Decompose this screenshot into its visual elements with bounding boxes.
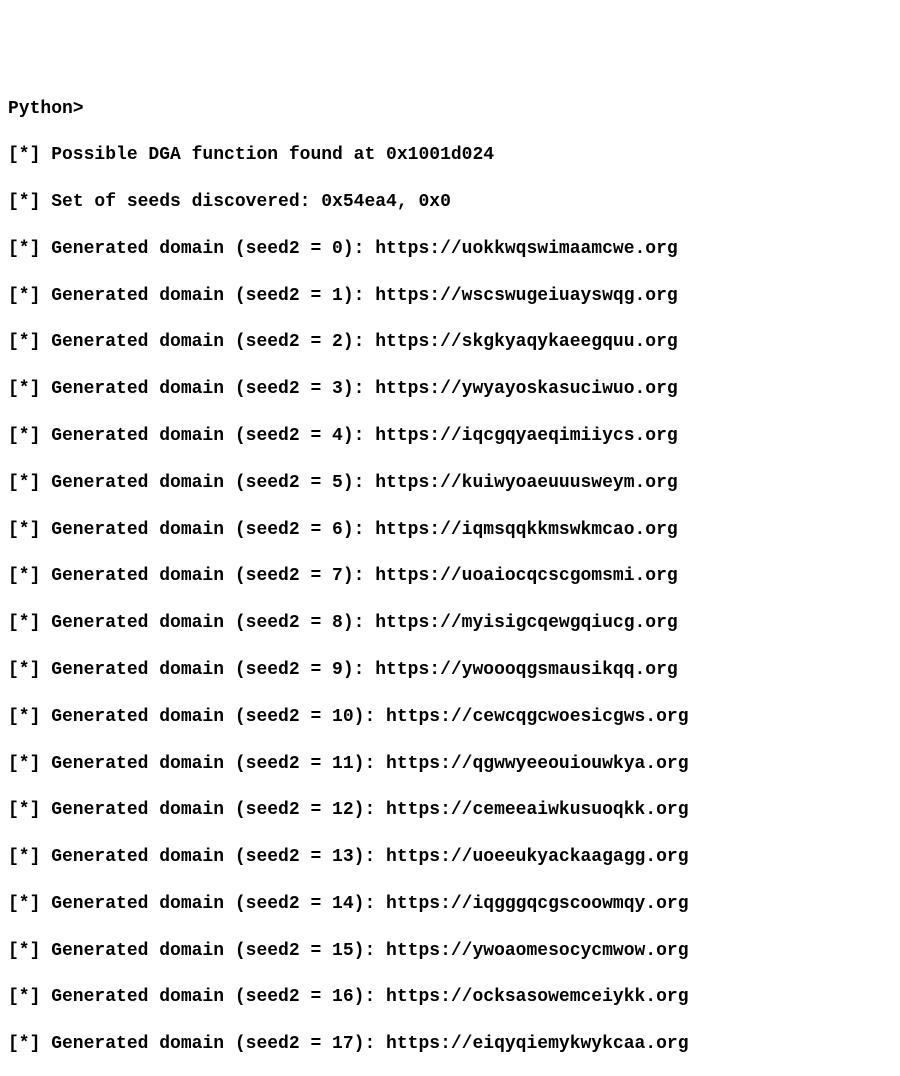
domain-line: [*] Generated domain (seed2 = 15): https… <box>8 940 892 963</box>
domain-line: [*] Generated domain (seed2 = 7): https:… <box>8 565 892 588</box>
domain-line: [*] Generated domain (seed2 = 12): https… <box>8 799 892 822</box>
domain-line: [*] Generated domain (seed2 = 13): https… <box>8 846 892 869</box>
domain-line: [*] Generated domain (seed2 = 5): https:… <box>8 472 892 495</box>
domain-line: [*] Generated domain (seed2 = 14): https… <box>8 893 892 916</box>
domain-line: [*] Generated domain (seed2 = 1): https:… <box>8 285 892 308</box>
domain-line: [*] Generated domain (seed2 = 16): https… <box>8 986 892 1009</box>
domain-line: [*] Generated domain (seed2 = 9): https:… <box>8 659 892 682</box>
domain-line: [*] Generated domain (seed2 = 3): https:… <box>8 378 892 401</box>
seeds-message: [*] Set of seeds discovered: 0x54ea4, 0x… <box>8 191 892 214</box>
domain-line: [*] Generated domain (seed2 = 17): https… <box>8 1033 892 1056</box>
domain-line: [*] Generated domain (seed2 = 6): https:… <box>8 519 892 542</box>
domain-line: [*] Generated domain (seed2 = 0): https:… <box>8 238 892 261</box>
domain-line: [*] Generated domain (seed2 = 11): https… <box>8 753 892 776</box>
domain-line: [*] Generated domain (seed2 = 2): https:… <box>8 331 892 354</box>
dga-found-message: [*] Possible DGA function found at 0x100… <box>8 144 892 167</box>
domain-line: [*] Generated domain (seed2 = 10): https… <box>8 706 892 729</box>
domain-line: [*] Generated domain (seed2 = 4): https:… <box>8 425 892 448</box>
python-prompt[interactable]: Python> <box>8 98 892 121</box>
domain-line: [*] Generated domain (seed2 = 8): https:… <box>8 612 892 635</box>
